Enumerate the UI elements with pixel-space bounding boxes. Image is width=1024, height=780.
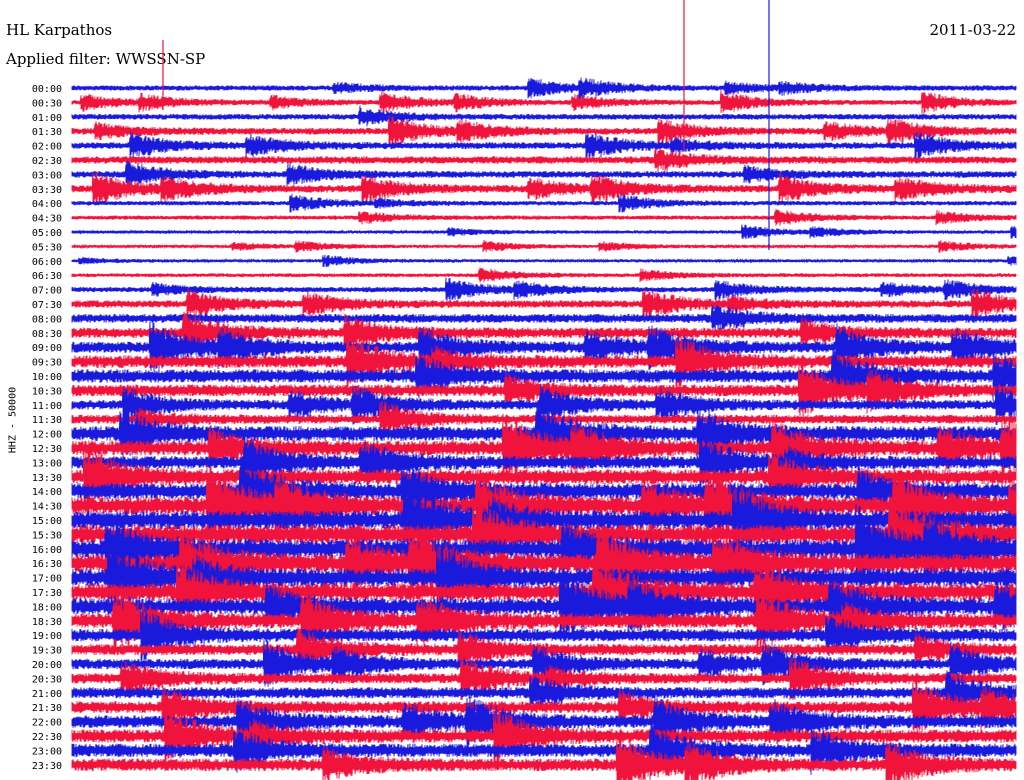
row-time-label: 21:00 [32,689,62,700]
row-time-label: 23:00 [32,746,62,757]
row-time-label: 20:30 [32,674,62,685]
row-time-label: 09:00 [32,343,62,354]
row-time-label: 12:00 [32,430,62,441]
row-time-label: 13:30 [32,473,62,484]
trace-0400 [71,193,1017,213]
row-time-label: 11:30 [32,415,62,426]
row-time-label: 06:30 [32,271,62,282]
row-time-label: 04:00 [32,199,62,210]
row-time-label: 21:30 [32,703,62,714]
row-time-label: 18:00 [32,602,62,613]
helicorder-plot: 00:00 00:30 01:00 01:30 02:00 02:30 03:00 03:30… [32,0,1017,780]
trace-0000 [71,77,1017,101]
row-time-label: 22:30 [32,732,62,743]
row-time-label: 00:30 [32,98,62,109]
row-time-label: 18:30 [32,617,62,628]
row-time-label: 22:00 [32,718,62,729]
row-time-label: 01:00 [32,113,62,124]
row-time-label: 17:30 [32,588,62,599]
row-time-label: 05:30 [32,242,62,253]
row-time-label: 11:00 [32,401,62,412]
trace-0530 [71,239,1017,253]
row-time-label: 15:30 [32,530,62,541]
row-time-label: 07:30 [32,300,62,311]
row-time-label: 19:00 [32,631,62,642]
row-time-label: 06:00 [32,257,62,268]
trace-0600 [71,254,1017,268]
row-time-label: 08:00 [32,314,62,325]
row-time-label: 17:00 [32,574,62,585]
trace-0630 [71,267,1017,283]
row-time-label: 15:00 [32,516,62,527]
row-time-label: 09:30 [32,358,62,369]
row-time-label: 23:30 [32,761,62,772]
row-time-label: 14:30 [32,502,62,513]
row-time-label: 10:30 [32,386,62,397]
row-time-label: 08:30 [32,329,62,340]
row-time-label: 10:00 [32,372,62,383]
row-time-label: 03:30 [32,185,62,196]
trace-0430 [71,209,1017,226]
row-time-label: 01:30 [32,127,62,138]
row-time-label: 07:00 [32,286,62,297]
row-time-label: 19:30 [32,646,62,657]
row-time-label: 16:00 [32,545,62,556]
row-time-label: 03:00 [32,170,62,181]
row-time-label: 05:00 [32,228,62,239]
row-time-label: 04:30 [32,214,62,225]
trace-0200 [71,131,1017,160]
row-time-label: 02:30 [32,156,62,167]
row-time-label: 20:00 [32,660,62,671]
trace-0300 [71,160,1017,188]
row-time-label: 12:30 [32,444,62,455]
row-time-label: 16:30 [32,559,62,570]
row-time-label: 14:00 [32,487,62,498]
trace-0500 [71,224,1017,240]
row-time-label: 02:00 [32,142,62,153]
trace-0100 [71,105,1017,127]
trace-0130 [71,115,1017,146]
trace-0230 [71,148,1017,173]
row-time-label: 00:00 [32,84,62,95]
row-time-label: 13:00 [32,458,62,469]
